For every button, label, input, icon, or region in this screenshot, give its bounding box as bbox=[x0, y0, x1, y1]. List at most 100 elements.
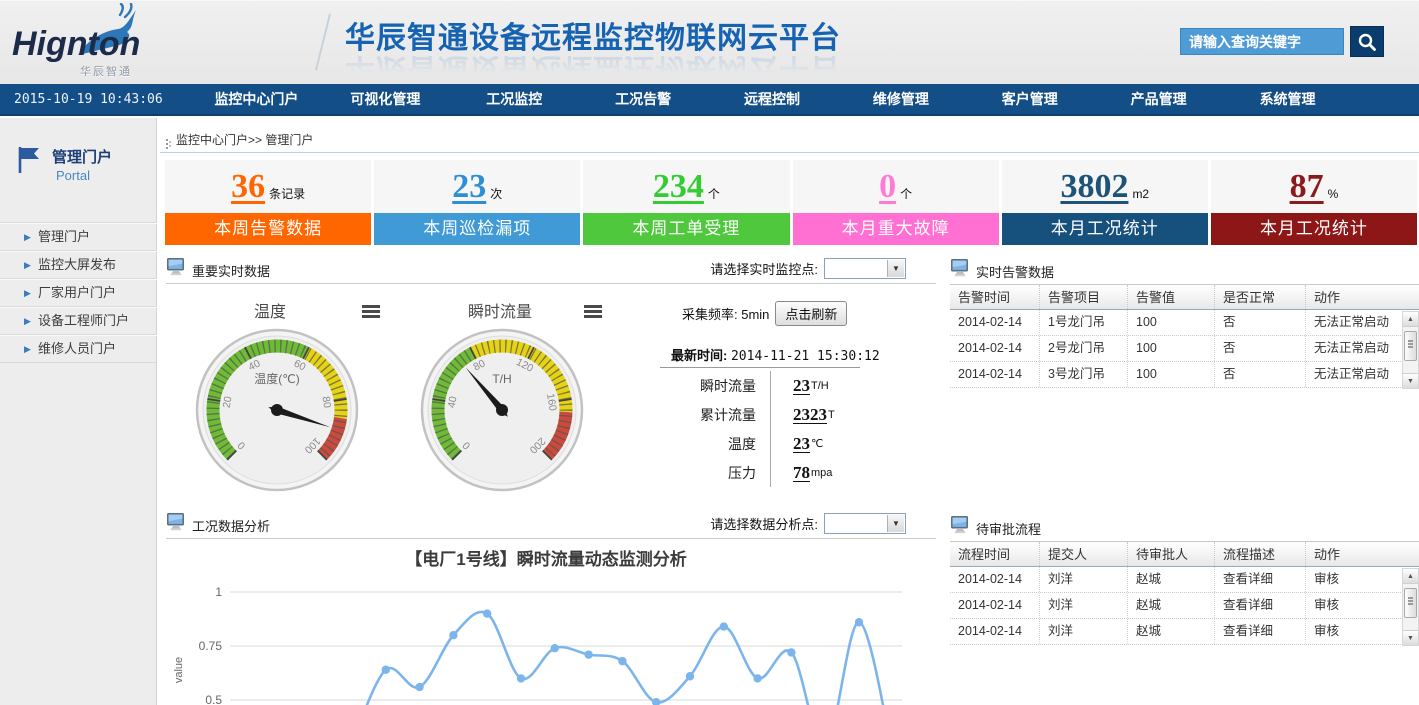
stat-card-value-area: 234个 bbox=[583, 160, 789, 213]
table-cell: 否 bbox=[1215, 362, 1306, 387]
table-cell[interactable]: 审核 bbox=[1306, 593, 1402, 618]
nav-item-1[interactable]: 监控中心门户 bbox=[192, 84, 321, 115]
nav-item-4[interactable]: 工况告警 bbox=[579, 84, 708, 115]
stat-card-value-area: 3802m2 bbox=[1002, 160, 1208, 213]
column-header: 流程描述 bbox=[1215, 542, 1306, 566]
table-cell[interactable]: 审核 bbox=[1306, 567, 1402, 592]
reading-number: 78 bbox=[793, 463, 810, 483]
table-cell[interactable]: 审核 bbox=[1306, 619, 1402, 644]
search-input[interactable] bbox=[1180, 28, 1344, 55]
stat-card-banner[interactable]: 本月工况统计 bbox=[1211, 213, 1417, 245]
table-row: 2014-02-142号龙门吊100否无法正常启动 bbox=[950, 336, 1419, 362]
gauge-menu-icon[interactable] bbox=[584, 305, 602, 308]
realtime-panel: 重要实时数据 请选择实时监控点: ▼ 温度 瞬时流量 020406080100温… bbox=[166, 255, 936, 507]
column-header: 是否正常 bbox=[1215, 285, 1306, 309]
reading-number: 23 bbox=[793, 376, 810, 396]
gauge-title-flow: 瞬时流量 bbox=[468, 298, 532, 322]
stat-card-banner[interactable]: 本月重大故障 bbox=[793, 213, 999, 245]
table-cell: 刘洋 bbox=[1040, 593, 1128, 618]
svg-text:1: 1 bbox=[215, 585, 222, 599]
table-cell[interactable]: 查看详细 bbox=[1215, 593, 1306, 618]
scroll-thumb[interactable] bbox=[1404, 331, 1417, 361]
svg-text:80: 80 bbox=[320, 395, 334, 409]
table-cell[interactable]: 查看详细 bbox=[1215, 619, 1306, 644]
logo-separator bbox=[315, 14, 331, 71]
stat-card-3: 234个本周工单受理 bbox=[583, 160, 789, 245]
gauge-menu-icon[interactable] bbox=[362, 305, 380, 308]
scroll-thumb[interactable] bbox=[1404, 588, 1417, 618]
nav-item-9[interactable]: 系统管理 bbox=[1223, 84, 1352, 115]
latest-time-value: 2014-11-21 15:30:12 bbox=[731, 349, 880, 364]
scroll-up-icon[interactable]: ▲ bbox=[1403, 312, 1418, 327]
sidebar-menu: ▶管理门户▶监控大屏发布▶厂家用户门户▶设备工程师门户▶维修人员门户 bbox=[0, 222, 157, 363]
table-cell: 2014-02-14 bbox=[950, 336, 1040, 361]
nav-item-6[interactable]: 维修管理 bbox=[836, 84, 965, 115]
sidebar-item-4[interactable]: ▶设备工程师门户 bbox=[0, 307, 157, 335]
approval-table: 流程时间提交人待审批人流程描述动作2014-02-14刘洋赵城查看详细审核201… bbox=[950, 541, 1419, 645]
nav-item-8[interactable]: 产品管理 bbox=[1094, 84, 1223, 115]
refresh-button[interactable]: 点击刷新 bbox=[775, 301, 847, 326]
svg-text:0.5: 0.5 bbox=[205, 693, 222, 705]
caret-right-icon: ▶ bbox=[24, 251, 31, 279]
table-cell: 100 bbox=[1128, 336, 1215, 361]
table-cell[interactable]: 查看详细 bbox=[1215, 567, 1306, 592]
breadcrumb-divider bbox=[160, 152, 1419, 153]
analysis-panel-header: 工况数据分析 请选择数据分析点: ▼ bbox=[166, 510, 936, 539]
alarm-panel: 实时告警数据告警时间告警项目告警值是否正常动作2014-02-141号龙门吊10… bbox=[950, 256, 1419, 401]
table-scrollbar[interactable]: ▲▼ bbox=[1402, 568, 1419, 646]
sidebar: 管理门户 Portal ▶管理门户▶监控大屏发布▶厂家用户门户▶设备工程师门户▶… bbox=[0, 118, 157, 705]
nav-item-3[interactable]: 工况监控 bbox=[450, 84, 579, 115]
analysis-select-group: 请选择数据分析点: ▼ bbox=[710, 513, 906, 534]
nav-item-2[interactable]: 可视化管理 bbox=[321, 84, 450, 115]
stat-card-banner[interactable]: 本周工单受理 bbox=[583, 213, 789, 245]
reading-label: 累计流量 bbox=[660, 405, 770, 425]
table-cell: 无法正常启动 bbox=[1306, 336, 1402, 361]
stat-card-banner[interactable]: 本周巡检漏项 bbox=[374, 213, 580, 245]
gauge-title-temperature: 温度 bbox=[254, 298, 286, 322]
stat-card-value: 234 bbox=[653, 170, 704, 204]
stat-card-banner[interactable]: 本月工况统计 bbox=[1002, 213, 1208, 245]
svg-text:20: 20 bbox=[221, 395, 235, 409]
stat-card-value: 23 bbox=[452, 170, 486, 204]
approval-panel: 待审批流程流程时间提交人待审批人流程描述动作2014-02-14刘洋赵城查看详细… bbox=[950, 513, 1419, 658]
stat-card-4: 0个本月重大故障 bbox=[793, 160, 999, 245]
stat-card-value: 36 bbox=[231, 170, 265, 204]
scroll-down-icon[interactable]: ▼ bbox=[1403, 373, 1418, 388]
stat-card-banner[interactable]: 本周告警数据 bbox=[165, 213, 371, 245]
reading-value: 78mpa bbox=[770, 458, 832, 487]
app-header: Hignton 华辰智通 华辰智通设备远程监控物联网云平台 华辰智通设备远程监控… bbox=[0, 0, 1419, 84]
nav-item-7[interactable]: 客户管理 bbox=[965, 84, 1094, 115]
nav-item-5[interactable]: 远程控制 bbox=[708, 84, 837, 115]
sidebar-item-1[interactable]: ▶管理门户 bbox=[0, 223, 157, 251]
svg-text:T/H: T/H bbox=[492, 372, 511, 386]
approval-header: 待审批流程 bbox=[950, 513, 1419, 539]
table-cell: 100 bbox=[1128, 362, 1215, 387]
column-header: 待审批人 bbox=[1128, 542, 1215, 566]
reading-row-4: 压力78mpa bbox=[660, 458, 922, 487]
analysis-point-select[interactable]: ▼ bbox=[824, 513, 906, 534]
search-button[interactable] bbox=[1350, 26, 1384, 57]
stat-card-unit: 条记录 bbox=[269, 185, 305, 202]
readings-list: 瞬时流量23T/H累计流量2323T温度23℃压力78mpa bbox=[660, 371, 922, 487]
scroll-up-icon[interactable]: ▲ bbox=[1403, 569, 1418, 584]
reading-unit: ℃ bbox=[811, 437, 823, 450]
monitor-point-select[interactable]: ▼ bbox=[824, 258, 906, 279]
stat-cards-row: 36条记录本周告警数据23次本周巡检漏项234个本周工单受理0个本月重大故障38… bbox=[165, 160, 1417, 245]
table-scrollbar[interactable]: ▲▼ bbox=[1402, 311, 1419, 389]
sidebar-item-5[interactable]: ▶维修人员门户 bbox=[0, 335, 157, 363]
sidebar-item-2[interactable]: ▶监控大屏发布 bbox=[0, 251, 157, 279]
monitor-select-group: 请选择实时监控点: ▼ bbox=[710, 258, 906, 279]
table-cell: 否 bbox=[1215, 310, 1306, 335]
sidebar-item-3[interactable]: ▶厂家用户门户 bbox=[0, 279, 157, 307]
reading-unit: T bbox=[828, 409, 835, 421]
table-cell: 无法正常启动 bbox=[1306, 310, 1402, 335]
stat-card-value: 3802 bbox=[1060, 170, 1128, 204]
table-cell: 2号龙门吊 bbox=[1040, 336, 1128, 361]
scroll-down-icon[interactable]: ▼ bbox=[1403, 630, 1418, 645]
sidebar-item-label: 设备工程师门户 bbox=[38, 313, 129, 328]
reading-value: 2323T bbox=[770, 400, 835, 429]
table-row: 2014-02-14刘洋赵城查看详细审核 bbox=[950, 593, 1419, 619]
svg-text:【电厂1号线】瞬时流量动态监测分析: 【电厂1号线】瞬时流量动态监测分析 bbox=[405, 549, 686, 569]
analysis-title: 工况数据分析 bbox=[192, 516, 270, 535]
main-nav: 2015-10-19 10:43:06 监控中心门户可视化管理工况监控工况告警远… bbox=[0, 84, 1419, 116]
